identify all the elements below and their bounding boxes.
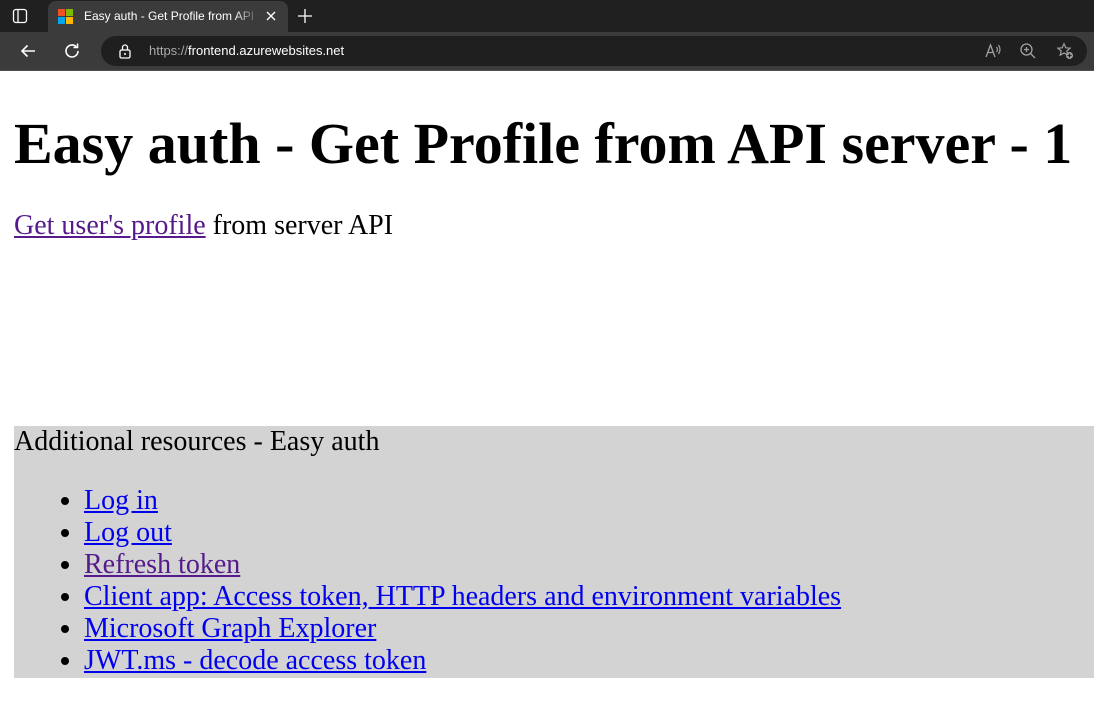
favorites-icon[interactable] — [1056, 42, 1074, 60]
read-aloud-icon[interactable] — [984, 42, 1002, 60]
back-arrow-icon[interactable] — [19, 42, 37, 60]
list-item: Refresh token — [84, 549, 841, 581]
url-text[interactable]: https://frontend.azurewebsites.net — [149, 43, 344, 58]
page-title: Easy auth - Get Profile from API server … — [14, 111, 1073, 176]
close-icon[interactable] — [264, 9, 278, 23]
browser-toolbar: https://frontend.azurewebsites.net — [0, 32, 1094, 71]
profile-suffix-text: from server API — [205, 210, 394, 241]
lock-icon[interactable] — [118, 43, 132, 59]
list-item: Log out — [84, 517, 841, 549]
graph-explorer-link[interactable]: Microsoft Graph Explorer — [84, 613, 376, 644]
url-protocol: https:// — [149, 43, 189, 58]
browser-tab[interactable]: Easy auth - Get Profile from API server … — [48, 1, 288, 32]
list-item: Client app: Access token, HTTP headers a… — [84, 581, 841, 613]
profile-paragraph: Get user's profile from server API — [14, 209, 393, 243]
log-in-link[interactable]: Log in — [84, 485, 158, 516]
client-app-link[interactable]: Client app: Access token, HTTP headers a… — [84, 581, 841, 612]
jwt-ms-link[interactable]: JWT.ms - decode access token — [84, 645, 426, 676]
url-host: frontend.azurewebsites.net — [188, 43, 345, 58]
refresh-token-link[interactable]: Refresh token — [84, 549, 240, 580]
tab-title: Easy auth - Get Profile from API server … — [84, 9, 260, 23]
address-bar[interactable]: https://frontend.azurewebsites.net — [101, 36, 1087, 66]
log-out-link[interactable]: Log out — [84, 517, 172, 548]
resources-title: Additional resources - Easy auth — [14, 426, 380, 457]
resources-panel: Additional resources - Easy auth Log in … — [14, 426, 1094, 678]
tab-actions-icon[interactable] — [12, 8, 28, 24]
tab-bar: Easy auth - Get Profile from API server … — [0, 0, 1094, 32]
resources-list: Log in Log out Refresh token Client app:… — [14, 485, 841, 677]
list-item: JWT.ms - decode access token — [84, 645, 841, 677]
get-profile-link[interactable]: Get user's profile — [14, 210, 206, 241]
list-item: Log in — [84, 485, 841, 517]
microsoft-favicon — [58, 9, 74, 25]
plus-icon[interactable] — [297, 8, 313, 24]
reload-icon[interactable] — [63, 42, 81, 60]
list-item: Microsoft Graph Explorer — [84, 613, 841, 645]
zoom-icon[interactable] — [1019, 42, 1037, 60]
